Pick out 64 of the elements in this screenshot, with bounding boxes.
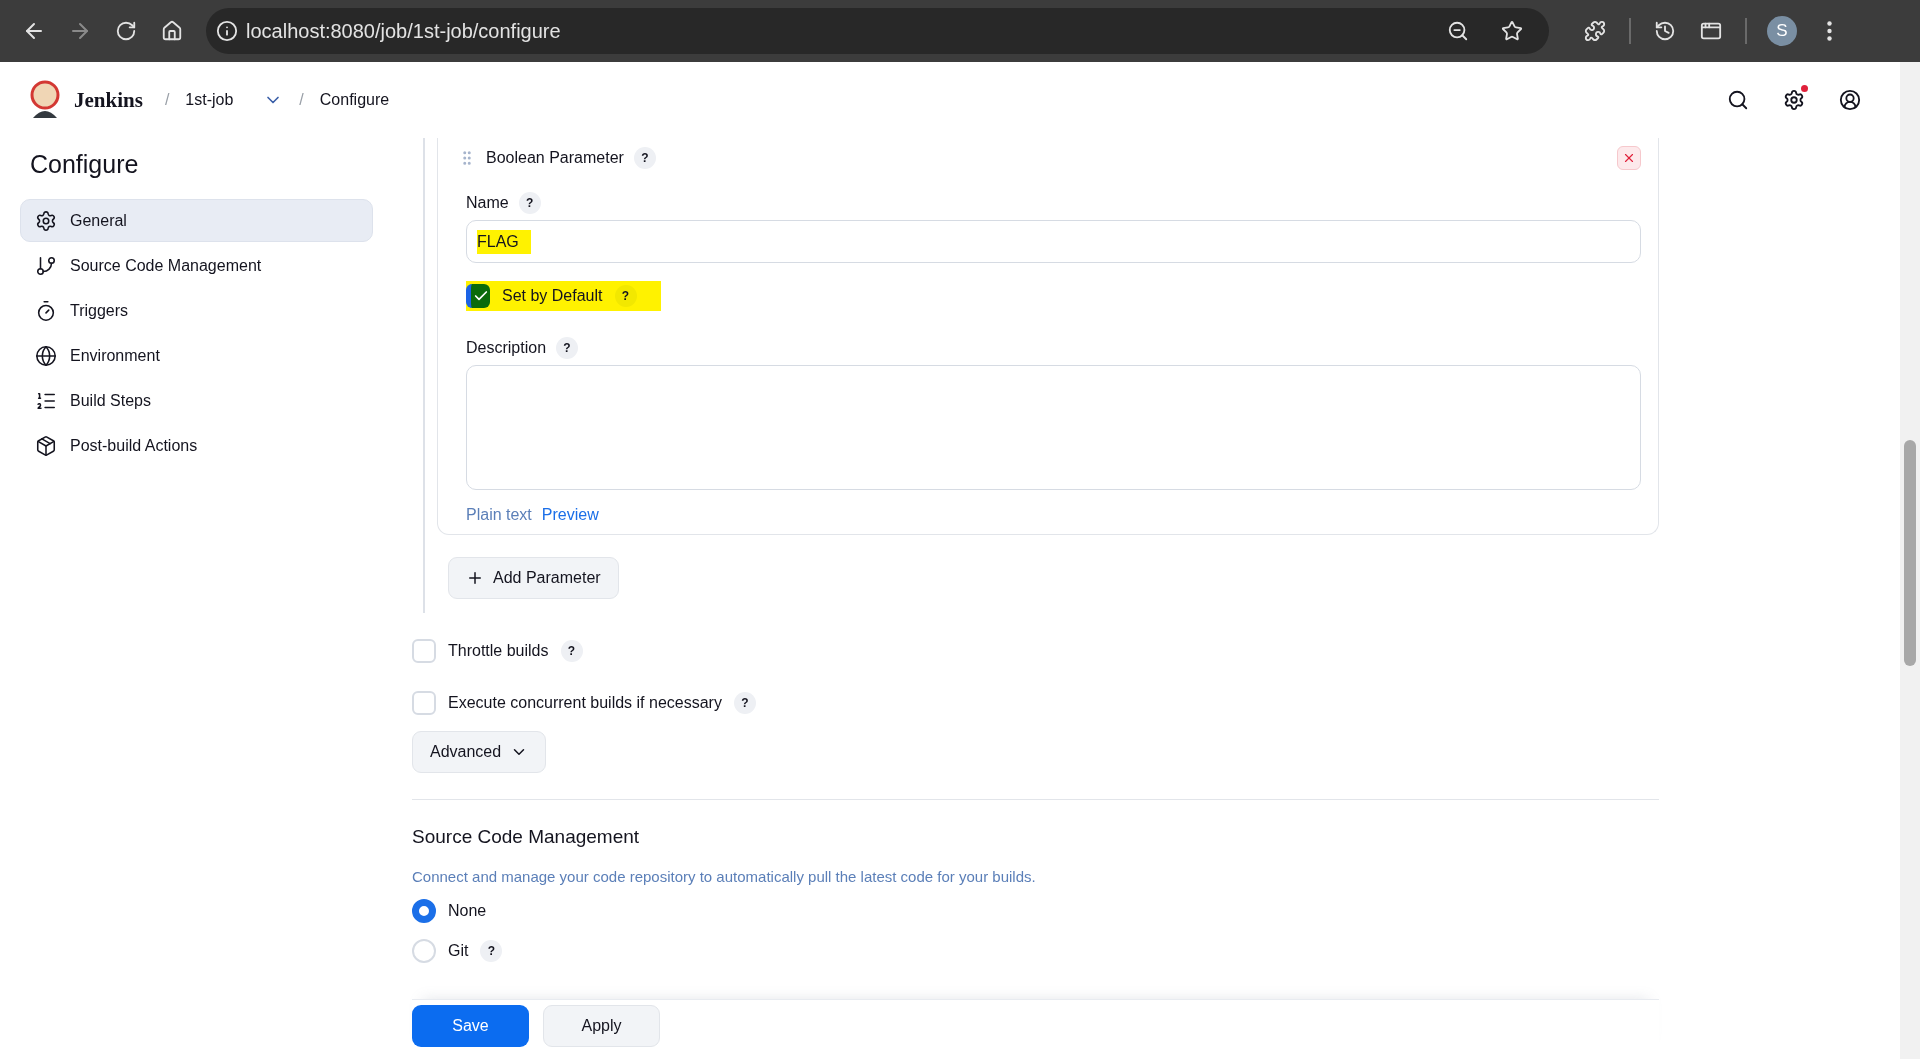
help-button[interactable]: ? bbox=[560, 640, 583, 662]
reload-icon bbox=[115, 20, 137, 42]
checkbox-label: Throttle builds bbox=[448, 642, 549, 660]
checkbox[interactable] bbox=[466, 284, 490, 308]
zoom-icon[interactable] bbox=[1447, 20, 1469, 42]
url-text: localhost:8080/job/1st-job/configure bbox=[246, 19, 562, 43]
breadcrumb-separator: / bbox=[299, 91, 304, 109]
settings-icon bbox=[1783, 89, 1805, 111]
scrollbar[interactable] bbox=[1900, 62, 1920, 1059]
sidebar-item[interactable]: Environment bbox=[20, 334, 373, 377]
parameter-type: Boolean Parameter bbox=[486, 149, 624, 167]
sidebar-item[interactable]: Post-build Actions bbox=[20, 424, 373, 467]
branch-icon bbox=[35, 254, 57, 277]
gear-icon bbox=[35, 209, 57, 232]
help-button[interactable]: ? bbox=[614, 285, 637, 307]
bookmark-star-icon[interactable] bbox=[1501, 20, 1523, 42]
help-button[interactable]: ? bbox=[633, 147, 656, 169]
plus-icon bbox=[466, 569, 484, 587]
window-icon bbox=[1700, 20, 1722, 42]
checkbox-label: Execute concurrent builds if necessary bbox=[448, 694, 722, 712]
menu-icon bbox=[1826, 21, 1832, 41]
home-icon bbox=[161, 20, 183, 42]
breadcrumb-link[interactable]: Configure bbox=[319, 91, 390, 109]
close-icon bbox=[1622, 151, 1636, 165]
format-link[interactable]: Plain text bbox=[466, 506, 532, 524]
search-icon bbox=[1727, 89, 1749, 111]
brand-name[interactable]: Jenkins bbox=[74, 87, 143, 113]
breadcrumb-link[interactable]: 1st-job bbox=[185, 91, 234, 109]
add-parameter-button[interactable]: Add Parameter bbox=[448, 557, 619, 599]
sidebar-item[interactable]: Build Steps bbox=[20, 379, 373, 422]
close-button[interactable] bbox=[1617, 146, 1641, 170]
sidebar-title: Configure bbox=[30, 150, 140, 179]
help-button[interactable]: ? bbox=[480, 940, 503, 962]
help-button[interactable]: ? bbox=[556, 337, 579, 359]
apply-button[interactable]: Apply bbox=[543, 1004, 660, 1047]
radio-button[interactable] bbox=[412, 899, 436, 923]
user-icon bbox=[1839, 89, 1861, 111]
advanced-button[interactable]: Advanced bbox=[412, 731, 547, 773]
field-label: Name bbox=[466, 194, 509, 212]
history-icon bbox=[1654, 20, 1676, 42]
globe-icon bbox=[35, 344, 57, 367]
format-link[interactable]: Preview bbox=[541, 506, 599, 524]
input-field[interactable]: FLAG bbox=[466, 220, 1641, 263]
package-icon bbox=[35, 434, 57, 457]
save-button[interactable]: Save bbox=[412, 1004, 529, 1047]
sidebar-item[interactable]: General bbox=[20, 199, 373, 242]
help-button[interactable]: ? bbox=[518, 192, 541, 214]
timer-icon bbox=[35, 299, 57, 322]
logo-icon[interactable] bbox=[28, 80, 62, 120]
section-description: Connect and manage your code repository to automatically pull the latest code for your builds. bbox=[412, 868, 1037, 885]
section-title: Source Code Management bbox=[412, 826, 641, 848]
info-icon[interactable] bbox=[216, 20, 238, 42]
puzzle-icon bbox=[1584, 20, 1606, 42]
radio-label: None bbox=[448, 902, 487, 920]
sidebar-item[interactable]: Source Code Management bbox=[20, 244, 373, 287]
field-value: FLAG bbox=[477, 229, 531, 254]
breadcrumb-separator: / bbox=[164, 91, 170, 109]
scrollbar-thumb[interactable] bbox=[1904, 440, 1916, 666]
sidebar-item[interactable]: Triggers bbox=[20, 289, 373, 332]
field-label: Description bbox=[466, 339, 547, 357]
address-bar[interactable]: localhost:8080/job/1st-job/configure bbox=[206, 8, 1549, 54]
help-button[interactable]: ? bbox=[733, 692, 756, 714]
radio-label: Git bbox=[448, 942, 469, 960]
checkbox-label: Set by Default bbox=[502, 287, 603, 305]
